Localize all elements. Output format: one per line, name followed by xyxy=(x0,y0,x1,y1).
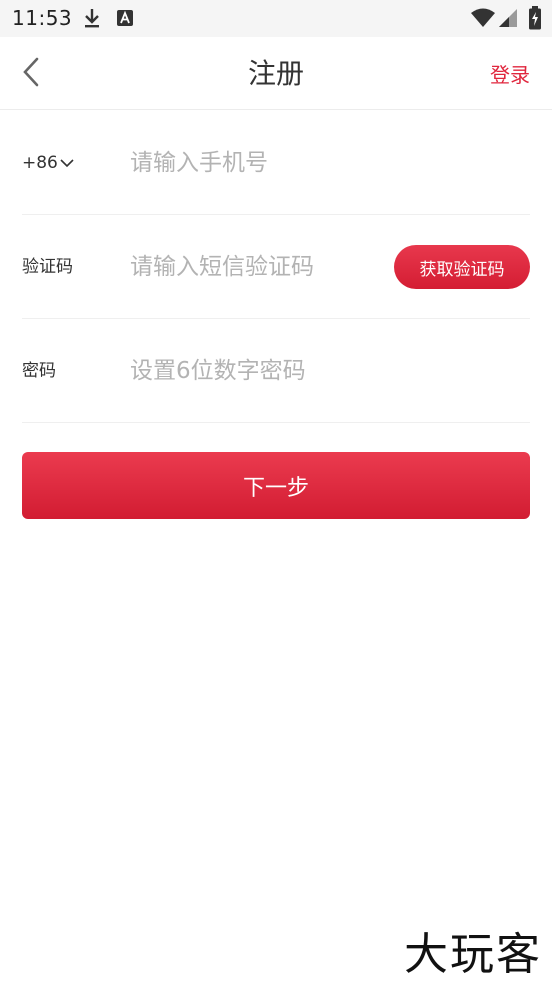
page-title: 注册 xyxy=(247,57,304,90)
status-time: 11:53 xyxy=(12,6,73,30)
country-code-selector[interactable]: +86 xyxy=(22,111,74,215)
phone-input[interactable] xyxy=(130,137,520,189)
next-step-button[interactable]: 下一步 xyxy=(22,452,530,519)
battery-charging-icon xyxy=(528,6,542,34)
watermark-logo: 大玩客 xyxy=(404,929,542,980)
login-link[interactable]: 登录 xyxy=(490,59,530,88)
signal-icon xyxy=(498,8,518,32)
download-icon xyxy=(82,7,102,33)
chevron-left-icon xyxy=(21,56,41,92)
back-button[interactable] xyxy=(14,55,48,93)
password-input[interactable] xyxy=(130,345,520,397)
status-bar: 11:53 xyxy=(0,0,552,37)
wifi-icon xyxy=(470,8,496,32)
country-code: +86 xyxy=(22,153,58,173)
code-label: 验证码 xyxy=(22,257,73,277)
code-input[interactable] xyxy=(130,241,390,293)
phone-row: +86 xyxy=(22,111,530,215)
nav-bar: 注册 登录 xyxy=(0,37,552,110)
password-label: 密码 xyxy=(22,361,56,381)
chevron-down-icon xyxy=(58,111,74,215)
code-row: 验证码 获取验证码 xyxy=(22,215,530,319)
get-code-button[interactable]: 获取验证码 xyxy=(394,245,530,289)
accessibility-a-icon xyxy=(116,9,134,31)
password-row: 密码 xyxy=(22,319,530,423)
